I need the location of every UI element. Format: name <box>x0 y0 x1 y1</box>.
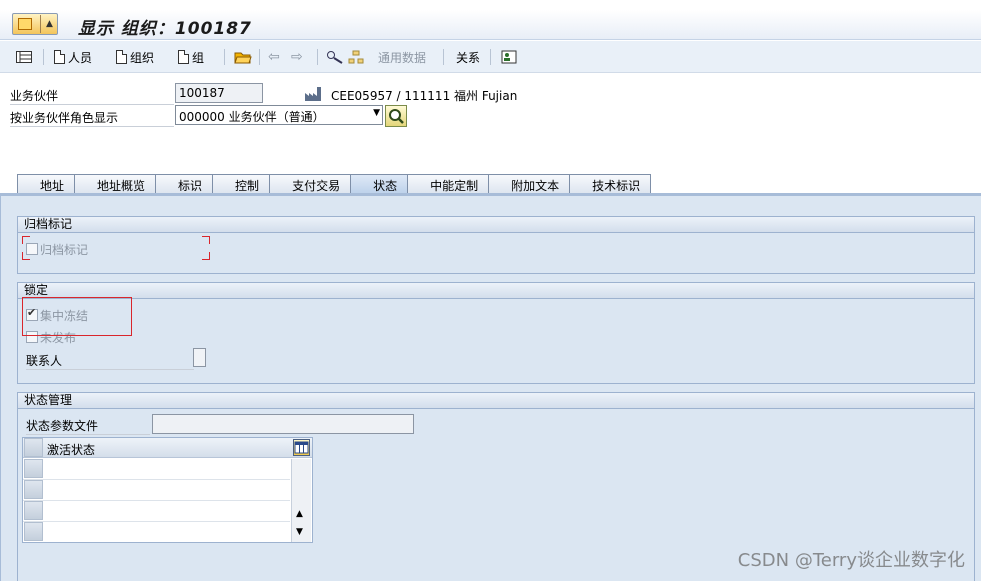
table-row[interactable] <box>23 459 290 480</box>
tab-address[interactable]: 地址 <box>17 174 76 194</box>
status-profile-label: 状态参数文件 <box>26 417 150 435</box>
group-label: 组 <box>192 50 205 65</box>
print-button[interactable] <box>501 48 517 66</box>
screen-icon <box>18 18 32 30</box>
annotation-bracket <box>22 236 30 244</box>
group-button[interactable]: 组 <box>178 48 204 66</box>
general-data-label: 通用数据 <box>378 50 427 65</box>
table-scrollbar[interactable]: ▲ ▼ <box>291 459 311 542</box>
table-row[interactable] <box>23 522 290 543</box>
tab-identification[interactable]: 标识 <box>155 174 214 194</box>
scroll-down-icon[interactable]: ▼ <box>296 527 303 537</box>
organization-label: 组织 <box>130 50 155 65</box>
chevron-down-icon: ▼ <box>373 108 380 118</box>
page-title: 显示 组织：100187 <box>78 19 252 39</box>
tab-technical-id[interactable]: 技术标识 <box>569 174 652 194</box>
contact-label: 联系人 <box>26 352 194 370</box>
annotation-bracket <box>202 252 210 260</box>
archive-checkbox-label: 归档标记 <box>40 243 89 257</box>
tab-status[interactable]: 状态 <box>350 174 409 194</box>
list-icon <box>16 51 32 63</box>
hierarchy-button[interactable] <box>348 48 364 66</box>
bp-description: CEE05957 / 111111 福州 Fujian <box>331 89 518 103</box>
arrow-left-icon: ⇦ <box>268 49 280 65</box>
bp-number-field[interactable]: 100187 <box>175 83 263 103</box>
dropdown-arrow-icon: ▲ <box>46 19 53 29</box>
toggle-navigation-button[interactable] <box>16 48 32 66</box>
bp-role-value: 000000 业务伙伴（普通） <box>179 110 325 124</box>
relationship-label: 关系 <box>456 50 481 65</box>
switch-role-button[interactable] <box>385 105 407 127</box>
folder-open-icon <box>234 52 252 64</box>
annotation-bracket <box>202 236 210 244</box>
annotation-bracket <box>22 252 30 260</box>
tab-strip: 地址 地址概览 标识 控制 支付交易 状态 中能定制 附加文本 技术标识 <box>17 174 652 194</box>
archive-group-title: 归档标记 <box>18 217 974 233</box>
annotation-highlight-box <box>22 297 132 336</box>
hierarchy-icon <box>348 50 364 64</box>
factory-icon <box>305 87 321 101</box>
general-data-button[interactable]: 通用数据 <box>378 48 426 66</box>
bp-label: 业务伙伴 <box>10 87 174 105</box>
tab-address-overview[interactable]: 地址概览 <box>74 174 157 194</box>
table-settings-icon <box>294 441 309 454</box>
status-management-title: 状态管理 <box>18 393 974 409</box>
document-icon <box>54 50 65 64</box>
tab-energy-custom[interactable]: 中能定制 <box>407 174 490 194</box>
document-icon <box>178 50 189 64</box>
select-all-button[interactable] <box>24 438 43 457</box>
row-selector[interactable] <box>24 459 43 478</box>
lock-group-title: 锁定 <box>18 283 974 299</box>
contact-checkbox[interactable] <box>193 348 206 367</box>
row-selector[interactable] <box>24 501 43 520</box>
tab-control[interactable]: 控制 <box>212 174 271 194</box>
role-label: 按业务伙伴角色显示 <box>10 109 174 127</box>
scroll-up-icon[interactable]: ▲ <box>296 509 303 519</box>
relationship-button[interactable]: 关系 <box>456 48 480 66</box>
tools-icon <box>327 51 343 64</box>
watermark: CSDN @Terry谈企业数字化 <box>737 550 965 571</box>
document-icon <box>116 50 127 64</box>
tab-additional-text[interactable]: 附加文本 <box>488 174 571 194</box>
person-card-icon <box>501 50 517 64</box>
organization-button[interactable]: 组织 <box>116 48 154 66</box>
row-selector[interactable] <box>24 480 43 499</box>
system-menu-button[interactable]: ▲ <box>12 13 58 35</box>
arrow-right-icon: ⇨ <box>291 49 303 65</box>
table-row[interactable] <box>23 501 290 522</box>
person-button[interactable]: 人员 <box>54 48 92 66</box>
row-selector[interactable] <box>24 522 43 541</box>
status-profile-field[interactable] <box>152 414 414 434</box>
active-status-table: 激活状态 ▲ ▼ <box>22 437 313 543</box>
title-bar: ▲ 显示 组织：100187 <box>0 10 981 40</box>
magnifier-icon <box>389 109 404 124</box>
bp-role-select[interactable]: 000000 业务伙伴（普通） ▼ <box>175 105 383 125</box>
header-form: 业务伙伴 100187 CEE05957 / 111111 福州 Fujian … <box>0 74 981 174</box>
table-row[interactable] <box>23 480 290 501</box>
person-label: 人员 <box>68 50 93 65</box>
column-header-active-status[interactable]: 激活状态 <box>47 441 95 458</box>
open-button[interactable] <box>234 48 252 66</box>
table-settings-button[interactable] <box>293 439 310 456</box>
tab-payment[interactable]: 支付交易 <box>269 174 352 194</box>
archive-group: 归档标记 <box>17 216 975 274</box>
back-button[interactable]: ⇦ <box>268 48 280 66</box>
application-toolbar: 人员 组织 组 ⇦ ⇨ 通用数据 关系 <box>0 41 981 73</box>
forward-button[interactable]: ⇨ <box>291 48 303 66</box>
where-used-button[interactable] <box>326 48 344 66</box>
